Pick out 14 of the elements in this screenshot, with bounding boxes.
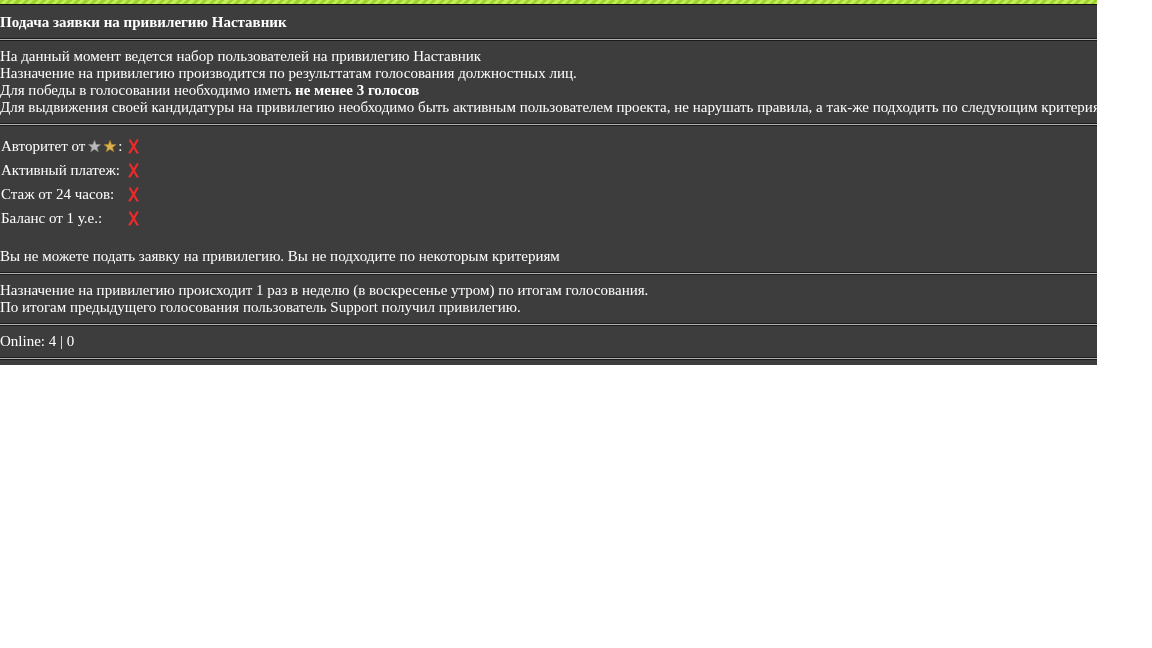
page-title: Подача заявки на привилегию Наставник: [0, 14, 288, 31]
info-text: На данный момент ведется набор пользователей на привилегию Наставник: [0, 48, 483, 65]
info-text: Для победы в голосовании необходимо иметь не менее 3 голосов: [0, 82, 421, 99]
criterion-label: Баланс от 1 у.е.:: [1, 209, 103, 227]
criterion-label: Авторитет от: [1, 137, 86, 155]
criterion-label: :: [118, 137, 123, 155]
stars-icon: [88, 139, 118, 153]
status-message: Вы не можете подать заявку на привилегию. Вы не подходите по некоторым критериям: [0, 248, 561, 265]
info-text: По итогам предыдущего голосования пользователь Support получил привилегию.: [0, 299, 522, 316]
criterion-label: Активный платеж:: [1, 161, 120, 179]
info-text: Назначение на привилегию производится по результтатам голосования должностных лиц.: [0, 65, 578, 82]
info-text: Назначение на привилегию происходит 1 раз в неделю (в воскресенье утром) по итогам голосования.: [0, 282, 650, 299]
online-counter: Online: 4 | 0: [0, 333, 76, 350]
criterion-label: Стаж от 24 часов:: [1, 185, 115, 203]
